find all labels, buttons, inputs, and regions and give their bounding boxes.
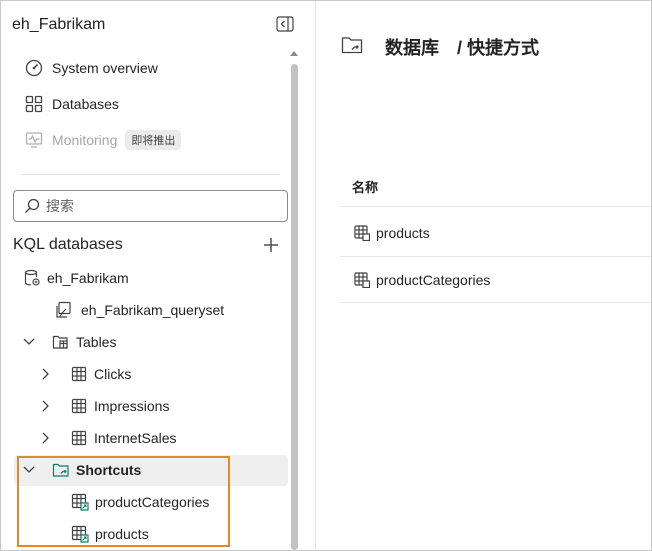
chevron-right-icon[interactable] [39,399,53,413]
add-database-button[interactable] [262,236,280,254]
tree-label: Tables [76,334,117,350]
plus-icon [264,238,278,252]
table-row-divider [340,256,651,257]
column-header-name[interactable]: 名称 [352,177,378,196]
tree-label: eh_Fabrikam [47,270,129,286]
table-icon [70,429,88,447]
queryset-icon [54,301,72,319]
tree-item-table[interactable]: Clicks [39,360,131,388]
annotation-highlight-box [17,456,230,547]
sidebar-scrollbar[interactable] [290,48,298,550]
nav-label: Databases [52,96,119,112]
nav-label: Monitoring [52,132,118,148]
grid-icon [24,94,44,114]
kql-databases-heading: KQL databases [13,236,123,253]
table-row[interactable]: products [354,223,430,243]
breadcrumb-current: / 快捷方式 [457,38,540,58]
chevron-right-icon[interactable] [39,367,53,381]
tree-item-table[interactable]: InternetSales [39,424,177,452]
gauge-icon [24,58,44,78]
coming-soon-badge: 即将推出 [125,130,182,150]
search-input[interactable]: 搜索 [13,190,288,222]
tree-item-database[interactable]: eh_Fabrikam [23,264,129,292]
table-row-divider [340,302,651,303]
shortcut-table-icon [354,225,370,241]
table-icon [70,365,88,383]
nav-databases[interactable]: Databases [24,92,119,116]
tree-item-table[interactable]: Impressions [39,392,169,420]
sidebar-divider-line [22,174,280,175]
sidebar-divider [315,1,316,550]
tree-label: Clicks [94,366,132,382]
tree-item-queryset[interactable]: eh_Fabrikam_queryset [54,296,224,324]
shortcut-folder-icon [341,35,363,57]
collapse-sidebar-button[interactable] [276,16,298,36]
tables-folder-icon [52,333,70,351]
tree-label: InternetSales [94,430,177,446]
breadcrumb-root[interactable]: 数据库 [385,38,439,58]
collapse-panel-icon [276,16,294,32]
scroll-up-arrow-icon[interactable] [290,48,298,58]
monitor-icon [24,130,44,150]
chevron-right-icon[interactable] [39,431,53,445]
shortcut-table-icon [354,272,370,288]
nav-system-overview[interactable]: System overview [24,56,158,80]
search-icon [24,198,40,214]
workspace-title: eh_Fabrikam [12,16,106,33]
database-icon [23,269,41,287]
chevron-down-icon[interactable] [22,335,36,349]
breadcrumb: 数据库 / 快捷方式 [385,34,539,60]
tree-label: eh_Fabrikam_queryset [81,302,225,318]
nav-monitoring: Monitoring 即将推出 [24,128,182,152]
table-row[interactable]: productCategories [354,270,490,290]
table-header-divider [340,206,651,207]
tree-label: Impressions [94,398,170,414]
table-icon [70,397,88,415]
tree-item-tables-folder[interactable]: Tables [22,328,116,356]
search-placeholder: 搜索 [46,198,74,214]
scroll-thumb[interactable] [291,64,298,550]
row-name: products [376,225,430,241]
row-name: productCategories [376,272,491,288]
nav-label: System overview [52,60,158,76]
